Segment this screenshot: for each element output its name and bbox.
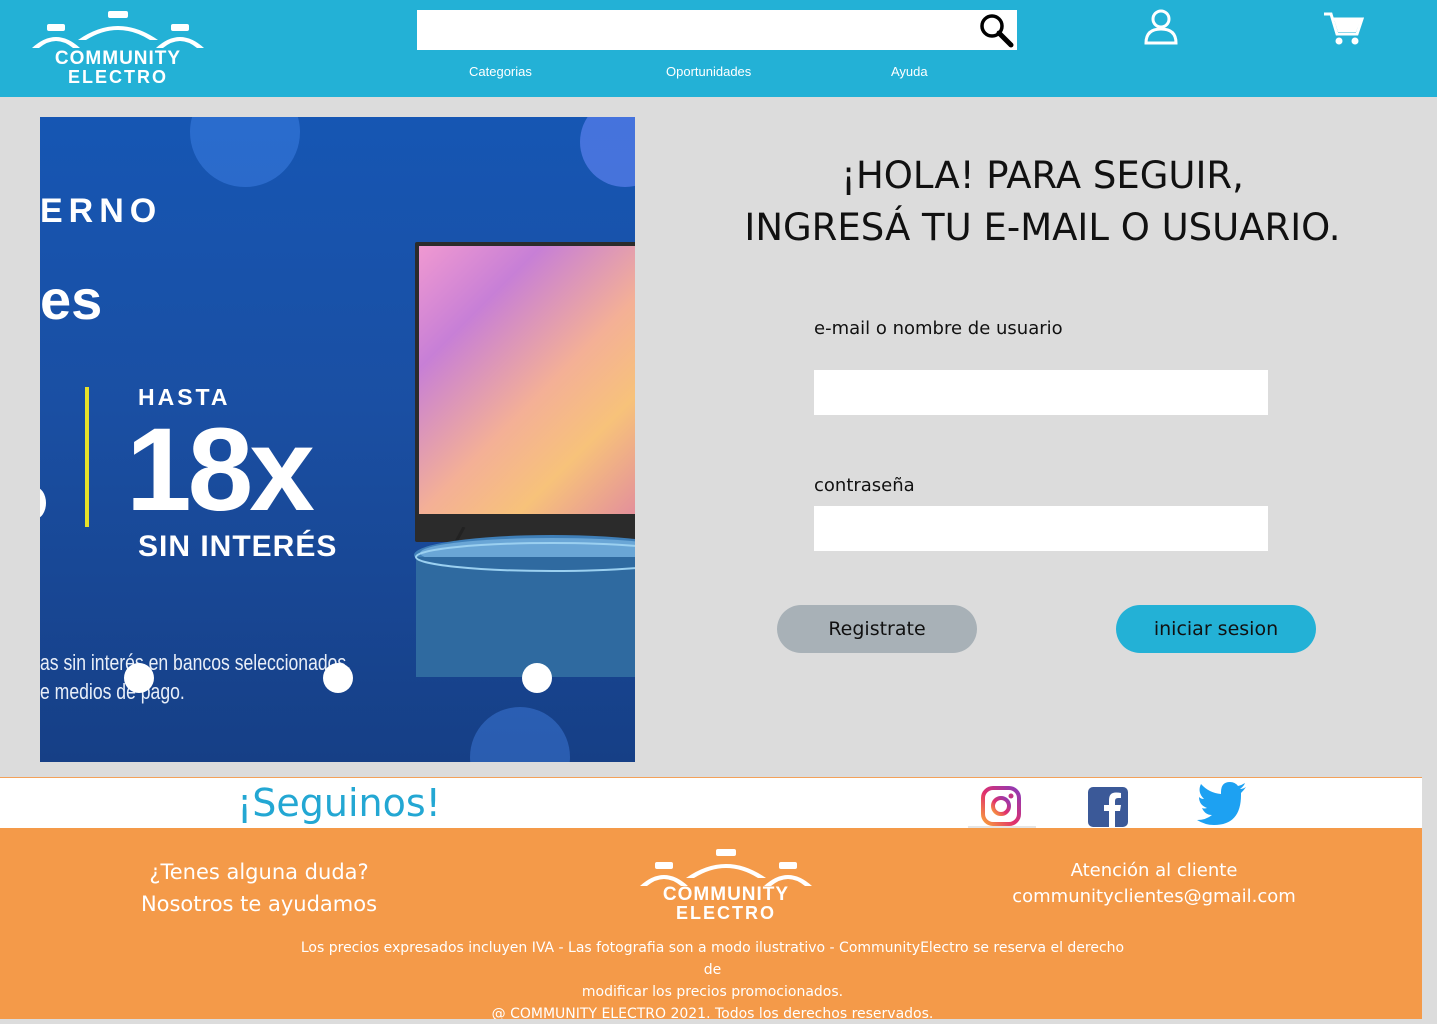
footer-help: ¿Tenes alguna duda? Nosotros te ayudamos bbox=[118, 856, 400, 920]
register-button[interactable]: Registrate bbox=[777, 605, 977, 653]
carousel-dot-1[interactable] bbox=[124, 663, 154, 693]
banner-text-es: es bbox=[40, 268, 103, 331]
banner-fine-print-2: e medios de pago. bbox=[40, 679, 185, 704]
carousel-dot-2[interactable] bbox=[323, 663, 353, 693]
banner-fine-print-1: as sin interés en bancos seleccionados. bbox=[40, 650, 352, 675]
logo-text-electro: ELECTRO bbox=[67, 67, 168, 87]
promo-banner[interactable]: ERNO es HASTA 18x SIN INTERÉS as sin int… bbox=[40, 117, 635, 762]
login-button[interactable]: iniciar sesion bbox=[1116, 605, 1316, 653]
banner-partial-icon bbox=[40, 487, 46, 519]
tv-pedestal-image bbox=[414, 527, 635, 677]
social-strip: ¡Seguinos! bbox=[0, 777, 1422, 828]
carousel-dot-3[interactable] bbox=[522, 663, 552, 693]
footer-contact-title: Atención al cliente bbox=[1070, 860, 1238, 881]
password-label: contraseña bbox=[814, 475, 915, 496]
logo-lamps-icon bbox=[32, 11, 204, 48]
footer-legal: Los precios expresados incluyen IVA - La… bbox=[290, 937, 1135, 1024]
facebook-icon[interactable] bbox=[1088, 787, 1128, 827]
nav-oportunidades[interactable]: Oportunidades bbox=[666, 64, 751, 79]
cart-icon[interactable] bbox=[1322, 10, 1364, 48]
banner-sin-interes: SIN INTERÉS bbox=[138, 530, 338, 563]
logo-lamps-icon bbox=[640, 849, 812, 886]
site-header: COMMUNITY ELECTRO Categorias Oportunidad… bbox=[0, 0, 1437, 97]
footer-help-line1: ¿Tenes alguna duda? bbox=[149, 860, 369, 884]
password-field[interactable] bbox=[814, 506, 1268, 551]
search-icon[interactable] bbox=[978, 12, 1014, 48]
site-footer: ¿Tenes alguna duda? Nosotros te ayudamos… bbox=[0, 828, 1422, 1022]
footer-contact: Atención al cliente communityclientes@gm… bbox=[1010, 858, 1298, 910]
footer-logo-electro: ELECTRO bbox=[675, 903, 776, 923]
banner-text-top: ERNO bbox=[40, 192, 163, 230]
banner-installments: 18x bbox=[126, 404, 315, 536]
login-title-line2: INGRESÁ TU E-MAIL O USUARIO. bbox=[744, 206, 1341, 249]
site-logo[interactable]: COMMUNITY ELECTRO bbox=[28, 8, 208, 88]
footer-legal-line2: modificar los precios promocionados. bbox=[581, 984, 844, 1000]
footer-legal-line1: Los precios expresados incluyen IVA - La… bbox=[300, 940, 1125, 978]
twitter-icon[interactable] bbox=[1197, 782, 1247, 826]
nav-categorias[interactable]: Categorias bbox=[469, 64, 532, 79]
footer-help-line2: Nosotros te ayudamos bbox=[140, 892, 378, 916]
footer-contact-email[interactable]: communityclientes@gmail.com bbox=[1012, 886, 1296, 907]
nav-ayuda[interactable]: Ayuda bbox=[891, 64, 928, 79]
user-icon[interactable] bbox=[1141, 8, 1181, 46]
footer-logo[interactable]: COMMUNITY ELECTRO bbox=[636, 846, 816, 926]
tv-image bbox=[415, 242, 635, 542]
email-label: e-mail o nombre de usuario bbox=[814, 318, 1063, 339]
instagram-icon[interactable] bbox=[981, 786, 1021, 826]
follow-title: ¡Seguinos! bbox=[237, 781, 441, 825]
email-field[interactable] bbox=[814, 370, 1268, 415]
tv-screen bbox=[419, 246, 635, 514]
banner-accent-bar bbox=[85, 387, 89, 527]
login-title-line1: ¡HOLA! PARA SEGUIR, bbox=[841, 154, 1244, 197]
search-input[interactable] bbox=[417, 10, 1017, 50]
page-bottom-strip bbox=[0, 1019, 1437, 1024]
